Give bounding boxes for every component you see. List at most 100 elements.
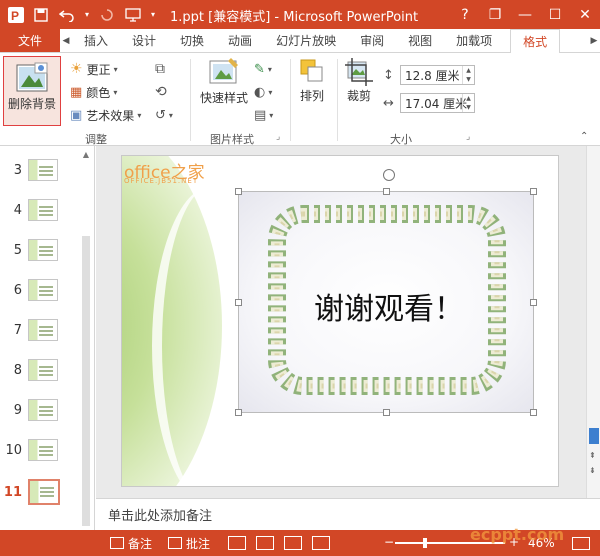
crop-button[interactable]: 裁剪 bbox=[342, 57, 376, 104]
editor-scrollbar[interactable]: ⇞ ⇟ bbox=[586, 146, 600, 498]
resize-handle[interactable] bbox=[530, 188, 537, 195]
slide-sorter-view-icon[interactable] bbox=[256, 536, 275, 550]
chevron-down-icon: ▾ bbox=[137, 110, 142, 120]
scrollbar-thumb[interactable] bbox=[589, 428, 599, 444]
slideshow-view-icon[interactable] bbox=[312, 536, 331, 550]
artistic-effects-button[interactable]: ▣ 艺术效果 ▾ bbox=[70, 105, 141, 125]
svg-text:P: P bbox=[11, 9, 19, 23]
slide-text: 谢谢观看！ bbox=[314, 292, 464, 327]
resize-handle[interactable] bbox=[383, 409, 390, 416]
layout-icon: ▤ bbox=[254, 107, 267, 123]
tabs-scroll-left-icon[interactable]: ◀ bbox=[60, 29, 72, 52]
palette-icon: ▦ bbox=[70, 84, 83, 100]
maximize-button[interactable]: ☐ bbox=[540, 0, 570, 29]
undo-icon[interactable] bbox=[56, 4, 78, 26]
slide-thumbnail[interactable]: 5 bbox=[0, 232, 95, 268]
slide-number: 4 bbox=[13, 202, 22, 218]
reset-picture-button[interactable]: ↺ ▾ bbox=[155, 105, 173, 125]
tab-addins[interactable]: 加载项 bbox=[444, 29, 504, 52]
crop-label: 裁剪 bbox=[346, 89, 371, 103]
tabs-scroll-right-icon[interactable]: ▶ bbox=[588, 29, 600, 53]
scrollbar-thumb[interactable] bbox=[82, 236, 90, 526]
undo-dropdown-icon[interactable]: ▾ bbox=[82, 4, 92, 26]
height-field[interactable]: 12.8 厘米 ▲ ▼ bbox=[400, 65, 475, 85]
slide-thumbnail[interactable]: 3 bbox=[0, 152, 95, 188]
picture-layout-button[interactable]: ▤ ▾ bbox=[254, 105, 273, 125]
chevron-down-icon: ▾ bbox=[113, 64, 118, 74]
close-button[interactable]: ✕ bbox=[570, 0, 600, 29]
slide-thumbnail[interactable]: 4 bbox=[0, 192, 95, 228]
notes-toggle-button[interactable]: 备注 bbox=[110, 535, 152, 552]
help-button[interactable]: ? bbox=[450, 0, 480, 29]
tab-review[interactable]: 审阅 bbox=[348, 29, 396, 52]
rotate-handle[interactable] bbox=[383, 169, 395, 181]
tab-transitions[interactable]: 切换 bbox=[168, 29, 216, 52]
picture-effects-button[interactable]: ◐ ▾ bbox=[254, 82, 272, 102]
slide-canvas[interactable]: office之家 OFFICE.JB51.NET 谢谢观看！ bbox=[122, 156, 558, 486]
zoom-slider-thumb[interactable] bbox=[423, 538, 427, 548]
next-slide-icon[interactable]: ⇟ bbox=[589, 466, 596, 475]
selected-picture[interactable]: 谢谢观看！ bbox=[235, 188, 537, 416]
start-slideshow-icon[interactable] bbox=[122, 4, 144, 26]
effects-icon: ◐ bbox=[254, 84, 266, 100]
corrections-button[interactable]: ☀ 更正 ▾ bbox=[70, 59, 118, 79]
minimize-button[interactable]: — bbox=[510, 0, 540, 29]
slide-thumbnail-image bbox=[28, 359, 58, 381]
quick-styles-button[interactable]: 快速样式 bbox=[198, 57, 250, 106]
slide-number: 10 bbox=[5, 442, 22, 458]
tab-design[interactable]: 设计 bbox=[120, 29, 168, 52]
color-button[interactable]: ▦ 颜色 ▾ bbox=[70, 82, 117, 102]
chevron-down-icon: ▾ bbox=[267, 64, 272, 74]
ribbon-display-options-button[interactable]: ❐ bbox=[480, 0, 510, 29]
thumbnails-scrollbar[interactable]: ▲ bbox=[82, 150, 90, 526]
picture-styles-launcher-icon[interactable]: ⌟ bbox=[276, 131, 280, 143]
slide-thumbnail[interactable]: 6 bbox=[0, 272, 95, 308]
tab-file[interactable]: 文件 bbox=[0, 29, 60, 52]
fit-slide-icon[interactable] bbox=[572, 537, 590, 550]
previous-slide-icon[interactable]: ⇞ bbox=[589, 451, 596, 460]
compress-pictures-button[interactable]: ⧉ bbox=[155, 59, 165, 79]
slide-number: 3 bbox=[13, 162, 22, 178]
resize-handle[interactable] bbox=[530, 299, 537, 306]
remove-background-icon bbox=[16, 62, 48, 92]
corrections-label: 更正 bbox=[86, 62, 111, 77]
resize-handle[interactable] bbox=[530, 409, 537, 416]
slide-thumbnail[interactable]: 10 bbox=[0, 432, 95, 468]
color-label: 颜色 bbox=[86, 85, 111, 100]
slide-thumbnail[interactable]: 7 bbox=[0, 312, 95, 348]
slide-thumbnail[interactable]: 9 bbox=[0, 392, 95, 428]
resize-handle[interactable] bbox=[383, 188, 390, 195]
width-field[interactable]: 17.04 厘米 ▲ ▼ bbox=[400, 93, 475, 113]
height-spinner[interactable]: ▲ ▼ bbox=[462, 66, 474, 84]
tab-insert[interactable]: 插入 bbox=[72, 29, 120, 52]
resize-handle[interactable] bbox=[235, 409, 242, 416]
comments-toggle-button[interactable]: 批注 bbox=[168, 535, 210, 552]
resize-handle[interactable] bbox=[235, 188, 242, 195]
redo-icon[interactable] bbox=[96, 4, 118, 26]
group-separator bbox=[190, 59, 191, 141]
zoom-out-icon[interactable]: − bbox=[384, 535, 394, 549]
scroll-up-icon[interactable]: ▲ bbox=[82, 150, 90, 159]
collapse-ribbon-icon[interactable]: ⌃ bbox=[580, 129, 588, 143]
tab-slideshow[interactable]: 幻灯片放映 bbox=[264, 29, 348, 52]
slide-number: 7 bbox=[13, 322, 22, 338]
save-icon[interactable] bbox=[30, 4, 52, 26]
slide-thumbnail-active[interactable]: 11 bbox=[0, 474, 95, 510]
normal-view-icon[interactable] bbox=[228, 536, 247, 550]
slide-thumbnail[interactable]: 8 bbox=[0, 352, 95, 388]
reading-view-icon[interactable] bbox=[284, 536, 303, 550]
arrange-icon bbox=[300, 59, 323, 82]
change-picture-button[interactable]: ⟲ bbox=[155, 82, 167, 102]
arrange-button[interactable]: 排列 bbox=[296, 57, 328, 104]
watermark-subtext: OFFICE.JB51.NET bbox=[124, 177, 199, 185]
size-launcher-icon[interactable]: ⌟ bbox=[466, 131, 470, 143]
tab-view[interactable]: 视图 bbox=[396, 29, 444, 52]
slide-thumbnail-image bbox=[28, 279, 58, 301]
tab-format[interactable]: 格式 bbox=[510, 29, 561, 54]
resize-handle[interactable] bbox=[235, 299, 242, 306]
tab-animations[interactable]: 动画 bbox=[216, 29, 264, 52]
picture-border-button[interactable]: ✎ ▾ bbox=[254, 59, 272, 79]
remove-background-button[interactable]: 删除背景 bbox=[3, 56, 61, 126]
width-spinner[interactable]: ▲ ▼ bbox=[462, 94, 474, 112]
customize-toolbar-icon[interactable]: ▾ bbox=[148, 4, 158, 26]
